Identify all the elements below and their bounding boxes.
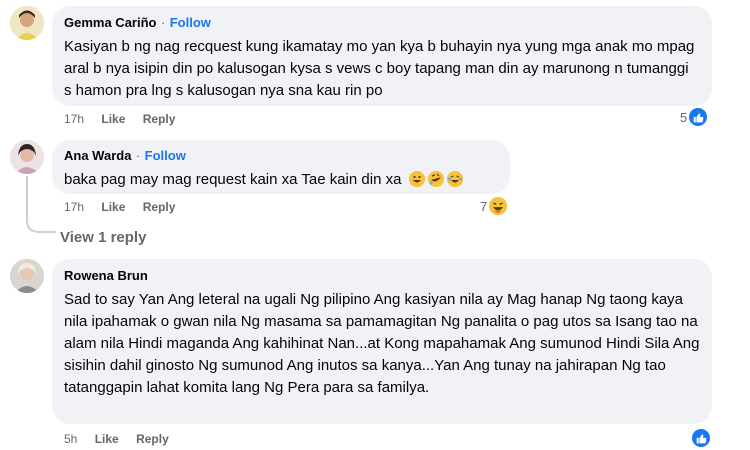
view-replies-link[interactable]: View 1 reply	[60, 229, 146, 246]
separator-dot: ·	[135, 148, 141, 163]
like-button[interactable]: Like	[101, 112, 125, 126]
comment-bubble: Rowena Brun Sad to say Yan Ang leteral n…	[52, 259, 712, 424]
comment-time[interactable]: 17h	[64, 200, 84, 214]
thread-line	[26, 176, 56, 233]
reaction-count: 7	[480, 198, 488, 214]
comment-actions: 5h Like Reply	[64, 432, 183, 446]
comment-actions: 17h Like Reply	[64, 200, 189, 214]
reaction-summary[interactable]: 7	[480, 197, 508, 215]
reply-button[interactable]: Reply	[143, 112, 176, 126]
like-icon	[689, 108, 708, 126]
comment-text: Sad to say Yan Ang leteral na ugali Ng p…	[64, 291, 700, 396]
avatar-gemma[interactable]	[10, 6, 44, 40]
comment-time[interactable]: 17h	[64, 112, 84, 126]
comment-actions: 17h Like Reply	[64, 112, 189, 126]
rofl-emoji	[427, 171, 444, 187]
follow-button[interactable]: Follow	[170, 15, 211, 30]
comment-bubble: Ana Warda · Follow baka pag may mag requ…	[52, 140, 510, 194]
comment-time[interactable]: 5h	[64, 432, 77, 446]
comment-author[interactable]: Rowena Brun	[64, 268, 148, 283]
reaction-summary[interactable]	[690, 429, 710, 447]
like-button[interactable]: Like	[95, 432, 119, 446]
follow-button[interactable]: Follow	[145, 148, 186, 163]
reply-button[interactable]: Reply	[143, 200, 176, 214]
comment-author[interactable]: Ana Warda	[64, 148, 131, 163]
separator-dot: ·	[160, 15, 166, 30]
reaction-count: 5	[680, 109, 688, 125]
joy-emoji	[446, 171, 463, 187]
like-button[interactable]: Like	[101, 200, 125, 214]
reaction-summary[interactable]: 5	[680, 108, 708, 126]
reply-button[interactable]: Reply	[136, 432, 169, 446]
comment-text-content: baka pag may mag request kain xa Tae kai…	[64, 171, 402, 188]
comment-author[interactable]: Gemma Cariño	[64, 15, 156, 30]
comment-bubble: Gemma Cariño · Follow Kasiyan b ng nag r…	[52, 6, 712, 106]
avatar-rowena[interactable]	[10, 259, 44, 293]
comment-text: baka pag may mag request kain xa Tae kai…	[64, 169, 498, 191]
haha-icon	[489, 197, 508, 215]
like-icon	[692, 429, 710, 447]
comment-text: Kasiyan b ng nag recquest kung ikamatay …	[64, 38, 695, 99]
grin-emoji	[408, 171, 425, 187]
avatar-ana[interactable]	[10, 140, 44, 174]
